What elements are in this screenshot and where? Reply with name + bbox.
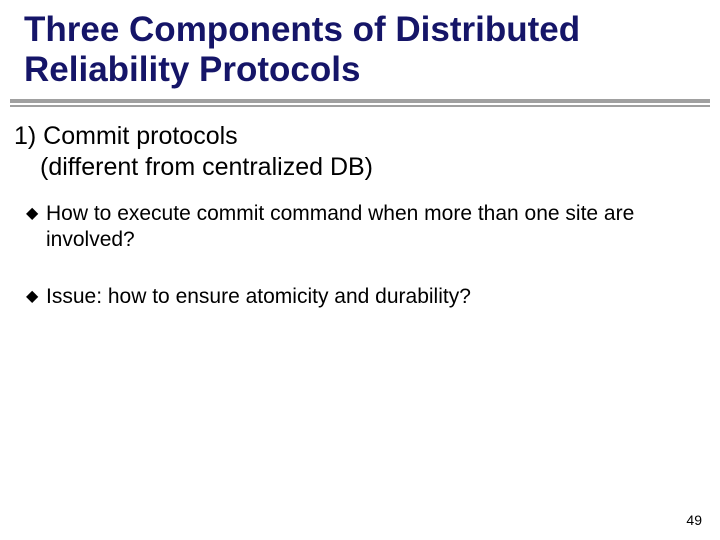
slide-body: 1) Commit protocols (different from cent… <box>0 107 720 310</box>
bullet-text: Issue: how to ensure atomicity and durab… <box>46 285 471 308</box>
bullet-item: ◆ Issue: how to ensure atomicity and dur… <box>14 284 686 310</box>
diamond-bullet-icon: ◆ <box>26 204 38 224</box>
bullet-item: ◆ How to execute commit command when mor… <box>14 201 686 254</box>
section-heading-line1: 1) Commit protocols <box>14 121 690 152</box>
slide: Three Components of Distributed Reliabil… <box>0 0 720 540</box>
section-heading: 1) Commit protocols (different from cent… <box>14 121 690 184</box>
page-number: 49 <box>686 512 702 528</box>
rule-thick <box>10 99 710 103</box>
bullet-text: How to execute commit command when more … <box>46 202 634 251</box>
slide-title: Three Components of Distributed Reliabil… <box>0 0 720 97</box>
diamond-bullet-icon: ◆ <box>26 287 38 307</box>
section-heading-line2: (different from centralized DB) <box>14 152 690 183</box>
title-underline <box>10 99 710 107</box>
